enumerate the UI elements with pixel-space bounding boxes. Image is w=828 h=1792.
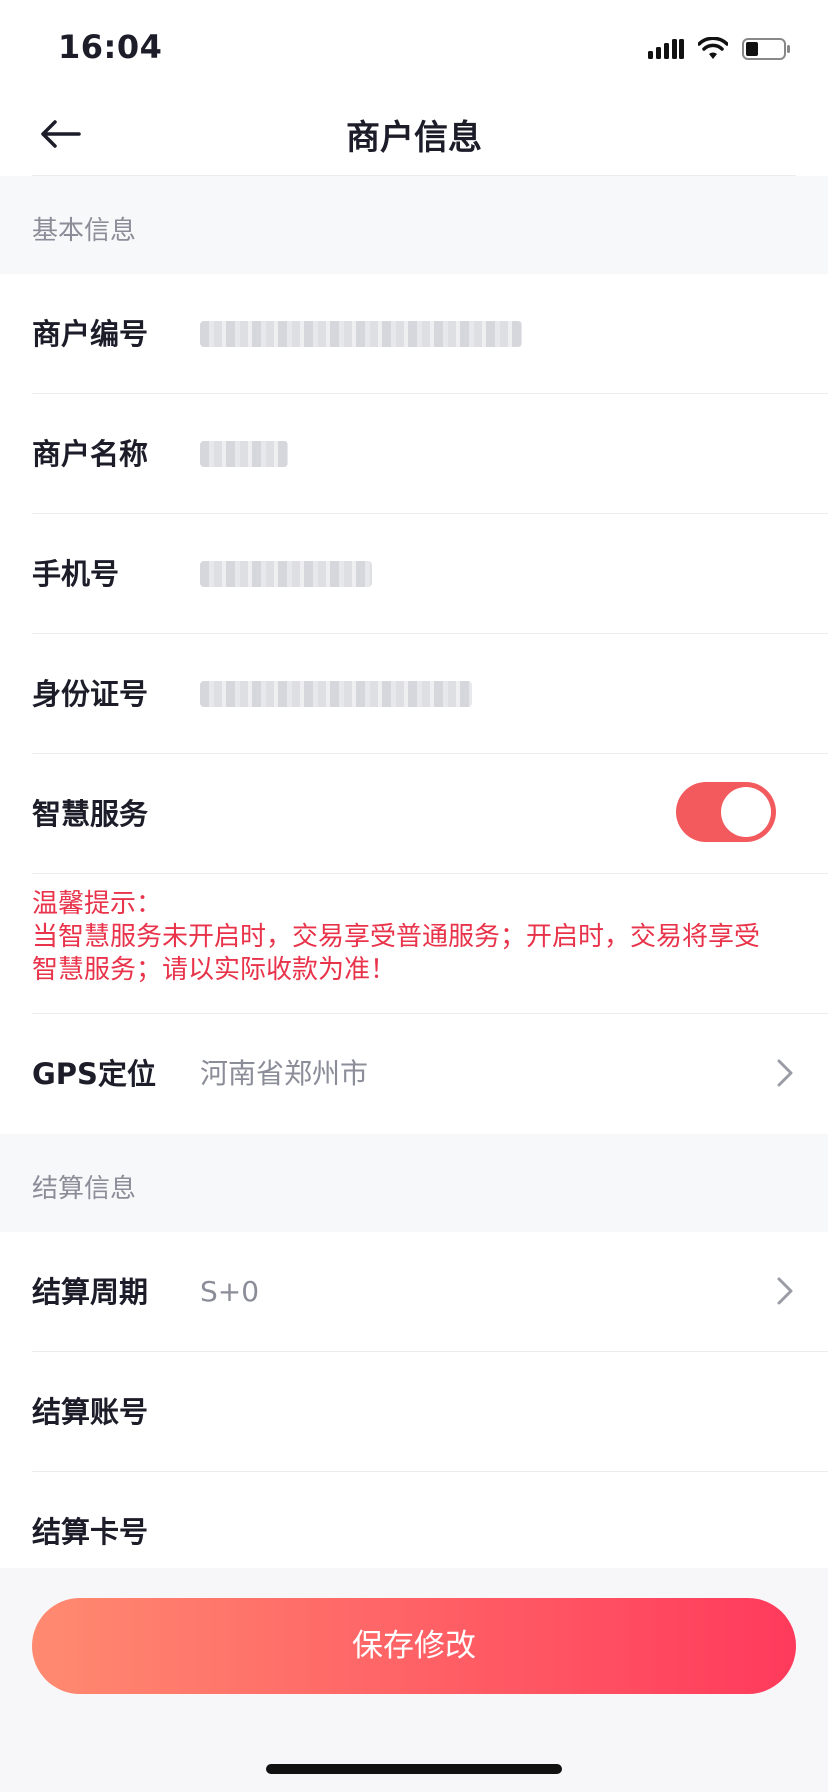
status-bar: 16:04 [0, 0, 828, 96]
smart-service-toggle[interactable] [676, 782, 776, 842]
chevron-right-icon [776, 1276, 794, 1310]
label-phone: 手机号 [32, 557, 120, 591]
row-settle-cycle[interactable]: 结算周期 S+0 [0, 1232, 828, 1352]
label-merchant-name: 商户名称 [32, 437, 149, 471]
label-merchant-no: 商户编号 [32, 317, 149, 351]
tip-line: 当智慧服务未开启时，交易享受普通服务；开启时，交易将享受 [32, 922, 761, 952]
smart-service-tip: 温馨提示： 当智慧服务未开启时，交易享受普通服务；开启时，交易将享受 智慧服务；… [32, 888, 796, 987]
battery-icon [742, 37, 792, 61]
label-settle-account: 结算账号 [32, 1395, 149, 1429]
signal-icon [648, 37, 684, 61]
section-header-basic: 基本信息 [0, 176, 828, 274]
label-id-no: 身份证号 [32, 677, 149, 711]
phone-redacted [200, 561, 372, 587]
label-smart-service: 智慧服务 [32, 797, 149, 831]
status-time: 16:04 [58, 28, 163, 66]
bottom-bar: 保存修改 [0, 1568, 828, 1792]
divider [32, 873, 828, 874]
id-no-redacted [200, 681, 472, 707]
save-button[interactable]: 保存修改 [32, 1598, 796, 1694]
row-merchant-no: 商户编号 [0, 274, 828, 394]
nav-bar: 商户信息 [0, 96, 828, 176]
label-settle-cycle: 结算周期 [32, 1275, 149, 1309]
home-indicator [266, 1764, 562, 1774]
row-gps[interactable]: GPS定位 河南省郑州市 [0, 1014, 828, 1134]
row-id-no: 身份证号 [0, 634, 828, 754]
section-header-settlement: 结算信息 [0, 1134, 828, 1232]
wifi-icon [698, 37, 728, 61]
row-smart-service: 智慧服务 [0, 754, 828, 874]
row-settle-account: 结算账号 [0, 1352, 828, 1472]
status-icons [648, 34, 792, 64]
label-gps: GPS定位 [32, 1057, 156, 1091]
page-title: 商户信息 [346, 118, 482, 158]
section-title-basic: 基本信息 [32, 216, 137, 246]
tip-line: 智慧服务；请以实际收款为准！ [32, 955, 397, 985]
settle-cycle-value: S+0 [200, 1275, 260, 1308]
tip-title: 温馨提示： [32, 889, 163, 919]
chevron-right-icon [776, 1058, 794, 1092]
merchant-no-redacted [200, 321, 522, 347]
row-merchant-name: 商户名称 [0, 394, 828, 514]
merchant-name-redacted [200, 441, 288, 467]
toggle-knob [721, 787, 771, 837]
gps-value: 河南省郑州市 [200, 1057, 369, 1090]
row-phone: 手机号 [0, 514, 828, 634]
section-title-settlement: 结算信息 [32, 1174, 137, 1204]
